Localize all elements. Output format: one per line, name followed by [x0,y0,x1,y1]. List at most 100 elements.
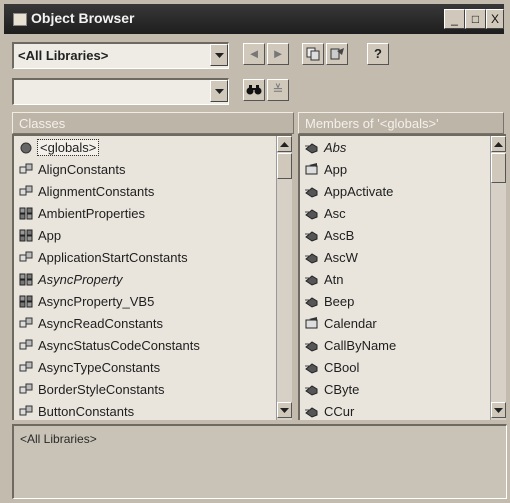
scroll-up-button[interactable] [491,136,506,152]
class-item-label: AsyncStatusCodeConstants [38,338,200,353]
class-item-label: AsyncTypeConstants [38,360,161,375]
class-item-label: App [38,228,62,243]
method-icon [305,207,319,220]
member-item[interactable]: AscB [300,225,506,247]
property-icon [305,163,319,176]
class-item[interactable]: AsyncProperty [14,269,292,291]
member-item-label: CallByName [324,338,397,353]
copy-button[interactable] [302,43,324,65]
search-dropdown-button[interactable] [210,80,228,102]
members-scrollbar[interactable] [490,136,506,420]
scroll-thumb[interactable] [277,153,292,179]
search-button[interactable] [243,79,265,101]
member-item[interactable]: Beep [300,291,506,313]
class-item[interactable]: ApplicationStartConstants [14,247,292,269]
scroll-up-button[interactable] [277,136,292,152]
class-item[interactable]: AsyncProperty_VB5 [14,291,292,313]
class-item[interactable]: App [14,225,292,247]
close-button[interactable]: X [486,9,504,29]
library-combo[interactable]: <All Libraries> [12,42,229,69]
classes-list[interactable]: <globals> AlignConstants AlignmentConstant… [12,134,292,420]
enum-icon [19,405,33,418]
class-item[interactable]: AlignmentConstants [14,181,292,203]
member-item[interactable]: Abs [300,137,506,159]
method-icon [305,339,319,352]
back-button[interactable]: ◄ [243,43,265,65]
member-item[interactable]: AppActivate [300,181,506,203]
member-item-label: App [324,162,348,177]
members-list[interactable]: Abs App AppActivate Asc AscB AscW Atn Beep Calen… [298,134,506,420]
member-item[interactable]: CCur [300,401,506,420]
member-item[interactable]: Calendar [300,313,506,335]
library-dropdown-button[interactable] [210,44,228,66]
member-item-label: Calendar [324,316,377,331]
method-icon [305,185,319,198]
maximize-button[interactable]: □ [465,9,486,29]
minimize-button[interactable]: _ [444,9,465,29]
class-item[interactable]: AmbientProperties [14,203,292,225]
class-icon [19,207,33,220]
title-bar[interactable]: Object Browser _ □ X [4,4,504,34]
chevron-up-icon [280,142,289,147]
members-header: Members of '<globals>' [298,112,504,134]
method-icon [305,273,319,286]
member-item[interactable]: AscW [300,247,506,269]
class-item[interactable]: AlignConstants [14,159,292,181]
help-button[interactable]: ? [367,43,389,65]
member-item-label: CBool [324,360,360,375]
member-item-label: AscW [324,250,358,265]
classes-scrollbar[interactable] [276,136,292,420]
enum-icon [19,339,33,352]
class-item[interactable]: BorderStyleConstants [14,379,292,401]
library-combo-value: <All Libraries> [18,48,109,63]
help-icon: ? [374,46,382,61]
class-item-label: AsyncProperty_VB5 [38,294,155,309]
copy-icon [306,47,320,61]
member-item[interactable]: CallByName [300,335,506,357]
object-browser-icon [13,13,27,26]
class-item-label: <globals> [36,139,100,156]
enum-icon [19,251,33,264]
enum-icon [19,185,33,198]
class-item-label: ApplicationStartConstants [38,250,188,265]
method-icon [305,229,319,242]
method-icon [305,251,319,264]
class-item[interactable]: ButtonConstants [14,401,292,420]
chevron-down-icon [494,408,503,413]
scroll-down-button[interactable] [277,402,292,418]
member-item[interactable]: Asc [300,203,506,225]
class-item[interactable]: AsyncStatusCodeConstants [14,335,292,357]
class-icon [19,273,33,286]
view-definition-icon [330,48,344,60]
double-chevron-icon: ≚ [272,82,284,97]
method-icon [305,383,319,396]
enum-icon [19,361,33,374]
class-item[interactable]: AsyncReadConstants [14,313,292,335]
member-item[interactable]: Atn [300,269,506,291]
class-item-label: AsyncProperty [38,272,123,287]
class-item[interactable]: <globals> [14,137,292,159]
details-text: <All Libraries> [20,432,97,446]
class-item-label: ButtonConstants [38,404,135,419]
member-item-label: AppActivate [324,184,394,199]
member-item-label: Beep [324,294,355,309]
back-arrow-icon: ◄ [247,46,261,61]
member-item[interactable]: CByte [300,379,506,401]
enum-icon [19,163,33,176]
scroll-down-button[interactable] [491,402,506,418]
method-icon [305,295,319,308]
class-item-label: AlignmentConstants [38,184,155,199]
method-icon [305,405,319,418]
chevron-down-icon [215,89,224,94]
member-item[interactable]: CBool [300,357,506,379]
class-item[interactable]: AsyncTypeConstants [14,357,292,379]
scroll-thumb[interactable] [491,153,506,183]
property-icon [305,317,319,330]
member-item[interactable]: App [300,159,506,181]
forward-button[interactable]: ► [267,43,289,65]
search-combo[interactable] [12,78,229,105]
show-search-results-button[interactable]: ≚ [267,79,289,101]
classes-header-label: Classes [19,116,66,131]
enum-icon [19,383,33,396]
view-definition-button[interactable] [326,43,348,65]
